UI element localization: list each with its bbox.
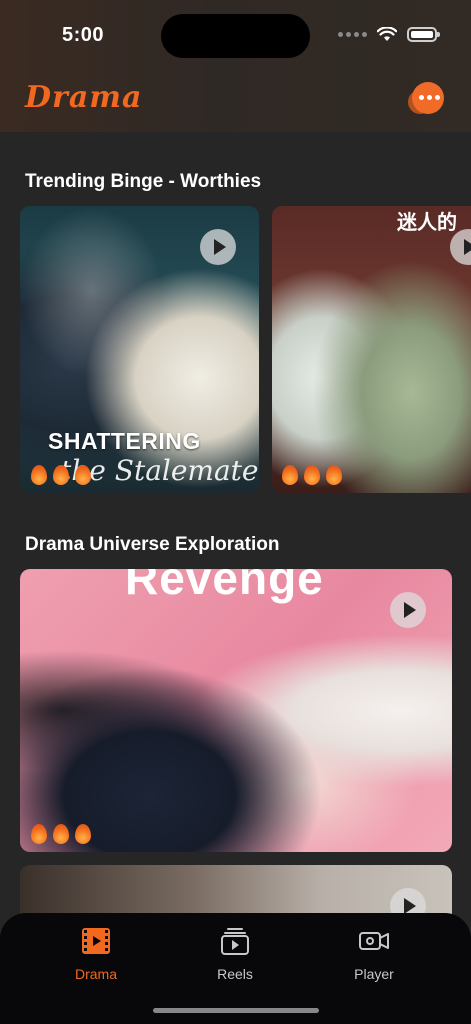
film-icon [82, 928, 110, 954]
poster-title: SHATTERING [48, 428, 201, 454]
dynamic-island [161, 14, 310, 58]
section-title-universe: Drama Universe Exploration [25, 534, 280, 555]
tab-drama[interactable]: Drama [51, 927, 141, 982]
home-indicator[interactable] [153, 1008, 319, 1013]
play-icon[interactable] [200, 229, 236, 265]
poster-title: Revenge [125, 569, 324, 604]
flame-icon [75, 465, 91, 485]
drama-card[interactable]: 迷人的 [272, 206, 471, 493]
drama-card[interactable]: SHATTERING the Stalemate [20, 206, 259, 493]
tab-label: Reels [217, 966, 253, 982]
status-icons [338, 27, 440, 42]
flame-icon [31, 824, 47, 844]
battery-icon [407, 27, 440, 42]
drama-card-large[interactable]: Revenge [20, 569, 452, 852]
flame-icon [75, 824, 91, 844]
section-title-trending: Trending Binge - Worthies [25, 171, 262, 192]
video-camera-icon [359, 932, 389, 950]
flame-icon [304, 465, 320, 485]
hot-rating [31, 465, 91, 485]
header: 5:00 Drama [0, 0, 471, 132]
more-options-button[interactable] [408, 82, 445, 114]
poster-title: 迷人的 [397, 210, 457, 234]
tab-label: Drama [74, 966, 117, 982]
reels-icon [221, 928, 249, 955]
tab-reels[interactable]: Reels [190, 927, 280, 982]
hot-rating [282, 465, 342, 485]
status-time: 5:00 [62, 24, 105, 46]
more-dots-icon [419, 95, 440, 100]
tab-label: Player [354, 966, 394, 982]
wifi-icon [377, 27, 397, 41]
flame-icon [31, 465, 47, 485]
app-logo: Drama [25, 80, 143, 115]
flame-icon [53, 465, 69, 485]
flame-icon [282, 465, 298, 485]
play-icon[interactable] [390, 592, 426, 628]
hot-rating [31, 824, 91, 844]
flame-icon [326, 465, 342, 485]
tab-player[interactable]: Player [329, 927, 419, 982]
flame-icon [53, 824, 69, 844]
signal-icon [338, 32, 367, 37]
